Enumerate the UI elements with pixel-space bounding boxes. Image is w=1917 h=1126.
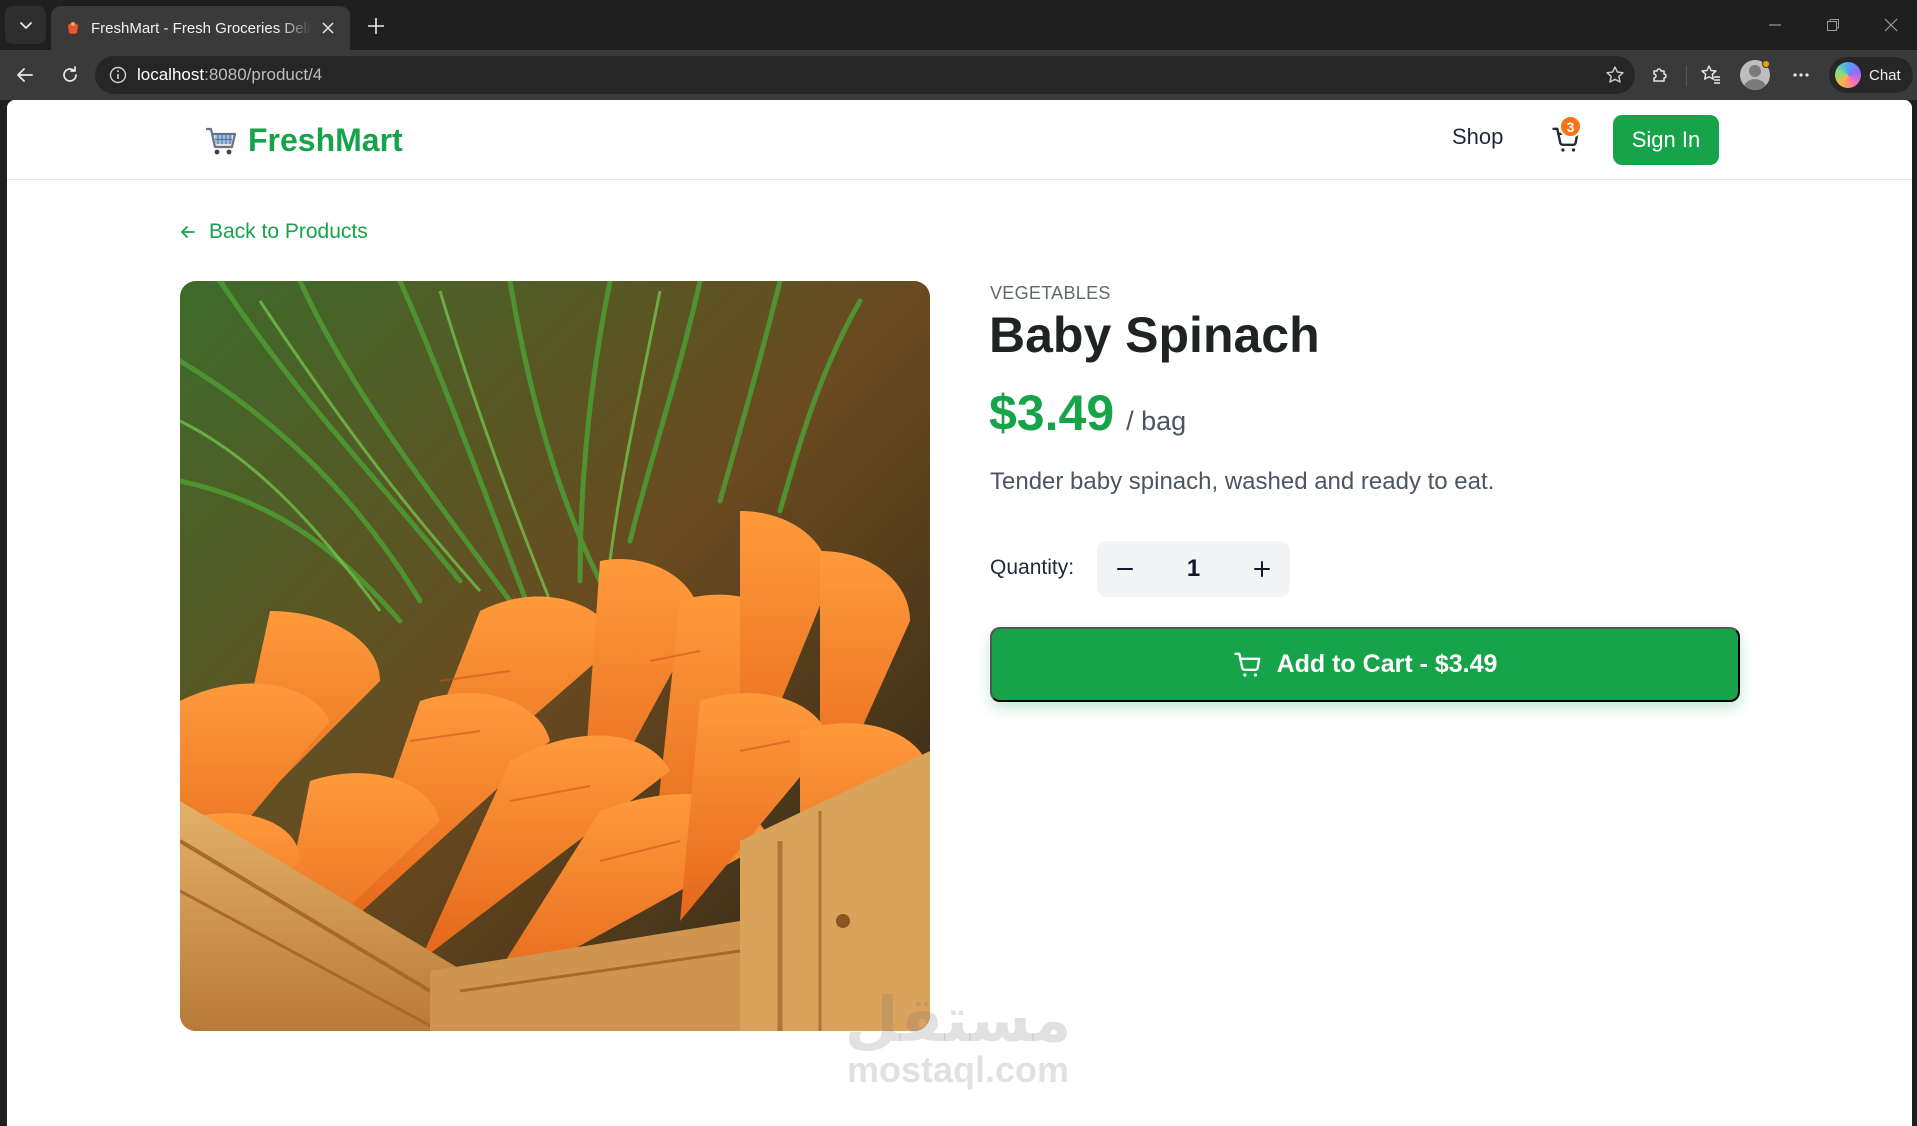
increase-quantity-button[interactable] bbox=[1234, 541, 1290, 597]
tab-close-icon[interactable] bbox=[318, 18, 338, 38]
new-tab-button[interactable] bbox=[362, 12, 390, 40]
product-image bbox=[180, 281, 930, 1031]
shopping-cart-logo-icon bbox=[206, 127, 237, 155]
reload-icon bbox=[63, 66, 77, 82]
product-price: $3.49 bbox=[989, 385, 1115, 441]
back-to-products-link[interactable]: Back to Products bbox=[179, 220, 368, 244]
browser-tab-active[interactable]: FreshMart - Fresh Groceries Delivered bbox=[51, 6, 350, 50]
toolbar-divider bbox=[1686, 66, 1687, 86]
arrow-left-icon bbox=[181, 226, 195, 238]
url-host: localhost bbox=[137, 65, 205, 84]
tab-list-button[interactable] bbox=[5, 6, 46, 44]
back-button[interactable] bbox=[7, 57, 43, 93]
minus-icon bbox=[1117, 568, 1133, 570]
copilot-icon bbox=[1835, 62, 1861, 88]
watermark-arabic: مستقل bbox=[844, 986, 1072, 1055]
product-title: Baby Spinach bbox=[989, 307, 1320, 363]
shopping-cart-icon bbox=[1233, 652, 1260, 677]
back-link-label: Back to Products bbox=[209, 220, 368, 243]
quantity-value: 1 bbox=[1186, 555, 1201, 582]
watermark-latin: mostaql.com bbox=[846, 1049, 1070, 1090]
product-unit: / bag bbox=[1126, 406, 1187, 436]
more-options-button[interactable] bbox=[1783, 57, 1819, 93]
price-row: $3.49 / bag bbox=[989, 384, 1186, 442]
chevron-down-icon bbox=[19, 22, 32, 29]
cart-count-badge: 3 bbox=[1559, 115, 1582, 138]
plus-icon bbox=[368, 18, 384, 34]
browser-toolbar: localhost:8080/product/4 Chat bbox=[0, 50, 1917, 100]
sign-in-button[interactable]: Sign In bbox=[1613, 115, 1719, 165]
extensions-button[interactable] bbox=[1642, 57, 1678, 93]
restore-button[interactable] bbox=[1818, 10, 1848, 40]
site-header: FreshMart Shop 3 Sign In bbox=[7, 100, 1912, 180]
close-icon bbox=[1884, 18, 1898, 32]
puzzle-icon bbox=[1653, 68, 1667, 82]
more-horizontal-icon bbox=[1793, 73, 1809, 77]
url-path: :8080/product/4 bbox=[204, 65, 323, 84]
watermark: مستقل mostaql.com bbox=[838, 990, 1078, 1088]
add-to-cart-label: Add to Cart - $3.49 bbox=[1276, 650, 1498, 678]
browser-tab-bar: FreshMart - Fresh Groceries Delivered bbox=[0, 0, 1917, 50]
nav-link-shop[interactable]: Shop bbox=[1452, 124, 1503, 150]
minimize-button[interactable] bbox=[1760, 10, 1790, 40]
plus-icon bbox=[1253, 561, 1270, 577]
brand-name: FreshMart bbox=[248, 121, 403, 158]
favorites-button[interactable] bbox=[1693, 57, 1729, 93]
url-text: localhost:8080/product/4 bbox=[137, 65, 322, 85]
quantity-label: Quantity: bbox=[990, 556, 1075, 579]
arrow-left-icon bbox=[17, 68, 33, 82]
quantity-stepper: 1 bbox=[1097, 541, 1290, 597]
tab-title: FreshMart - Fresh Groceries Delivered bbox=[91, 19, 312, 37]
address-bar[interactable]: localhost:8080/product/4 bbox=[95, 56, 1635, 94]
reload-button[interactable] bbox=[52, 57, 88, 93]
profile-status-dot bbox=[1762, 60, 1770, 68]
star-icon[interactable] bbox=[1603, 63, 1627, 87]
copilot-chat-button[interactable]: Chat bbox=[1829, 57, 1913, 93]
favorites-icon bbox=[1701, 65, 1720, 84]
chat-label: Chat bbox=[1869, 66, 1901, 84]
product-description: Tender baby spinach, washed and ready to… bbox=[990, 468, 1495, 495]
restore-icon bbox=[1827, 19, 1839, 31]
info-icon[interactable] bbox=[107, 64, 129, 86]
close-window-button[interactable] bbox=[1876, 10, 1906, 40]
product-category: VEGETABLES bbox=[990, 283, 1111, 303]
decrease-quantity-button[interactable] bbox=[1097, 541, 1153, 597]
brand-logo-link[interactable]: FreshMart bbox=[204, 120, 403, 160]
favicon-icon bbox=[68, 22, 78, 34]
add-to-cart-button[interactable]: Add to Cart - $3.49 bbox=[990, 627, 1740, 702]
minimize-icon bbox=[1769, 24, 1781, 26]
page-viewport: FreshMart Shop 3 Sign In Back to Product… bbox=[7, 100, 1912, 1126]
